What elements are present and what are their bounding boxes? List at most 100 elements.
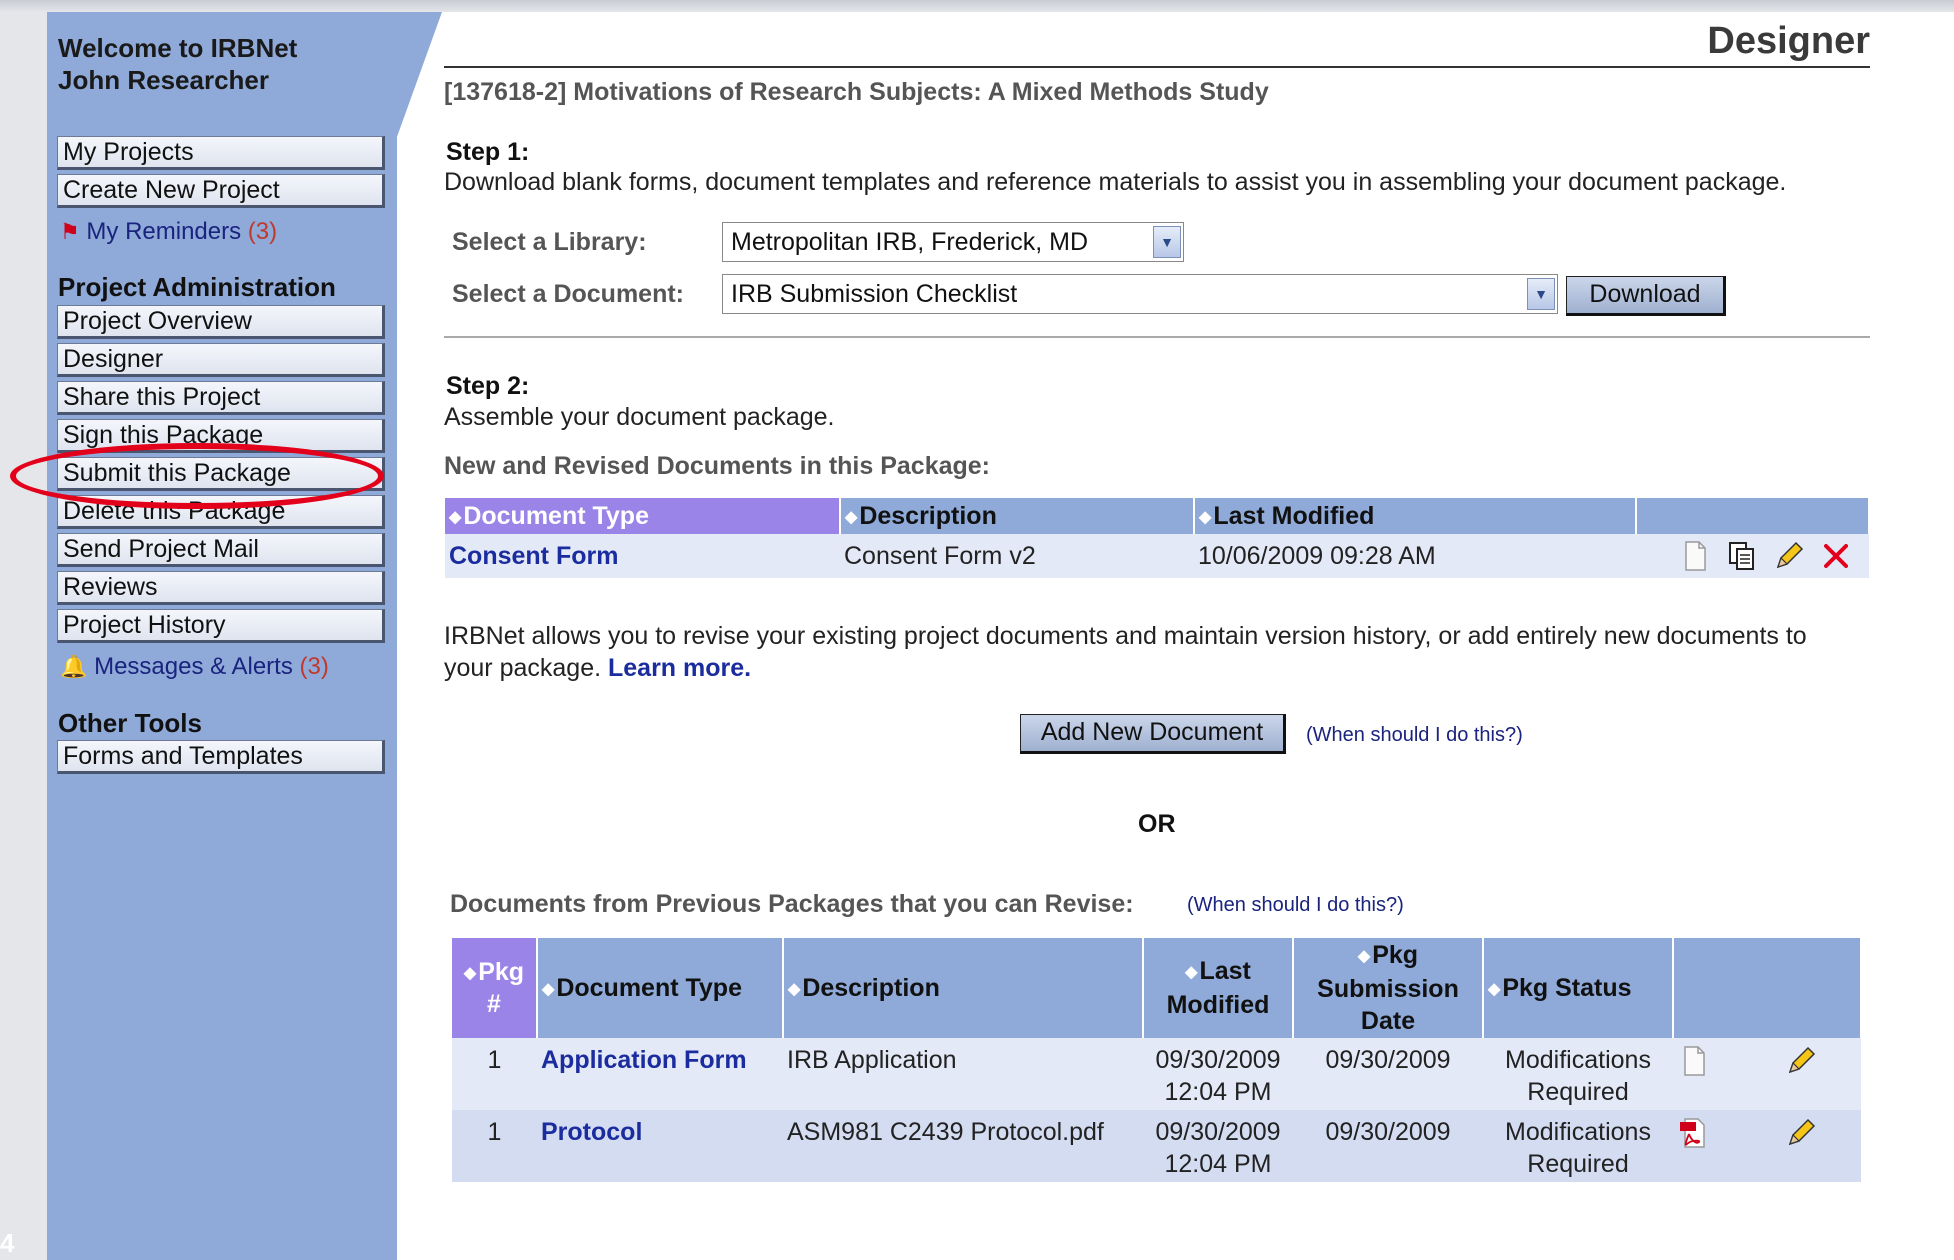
document-type-link[interactable]: Consent Form xyxy=(449,542,618,570)
learn-more-link[interactable]: Learn more. xyxy=(608,654,751,682)
library-label: Select a Library: xyxy=(452,228,647,256)
col-pkg-status[interactable]: ◆Pkg Status xyxy=(1483,938,1674,1038)
table-header-row: ◆Document Type ◆Description ◆Last Modifi… xyxy=(445,498,1870,534)
sort-icon: ◆ xyxy=(1357,947,1371,965)
previous-docs-table: ◆Pkg # ◆Document Type ◆Description ◆Last… xyxy=(452,938,1862,1182)
sort-icon: ◆ xyxy=(449,508,462,526)
sort-icon: ◆ xyxy=(1488,980,1501,998)
col-last-modified[interactable]: ◆Last Modified xyxy=(1143,938,1294,1038)
col-description[interactable]: ◆Description xyxy=(840,498,1195,534)
library-select[interactable]: Metropolitan IRB, Frederick, MD ▼ xyxy=(722,222,1184,262)
chevron-down-icon[interactable]: ▼ xyxy=(1527,278,1555,310)
new-docs-label: New and Revised Documents in this Packag… xyxy=(444,452,990,480)
welcome-text: Welcome to IRBNet xyxy=(58,33,298,63)
nav-reviews[interactable]: Reviews xyxy=(57,571,385,605)
nav-send-project-mail[interactable]: Send Project Mail xyxy=(57,533,385,567)
col-description[interactable]: ◆Description xyxy=(783,938,1144,1038)
step2-heading: Step 2: xyxy=(446,372,530,400)
user-name: John Researcher xyxy=(58,65,269,95)
previous-docs-label: Documents from Previous Packages that yo… xyxy=(450,890,1134,918)
previous-when-link[interactable]: (When should I do this?) xyxy=(1187,894,1404,917)
sort-icon: ◆ xyxy=(1199,508,1212,526)
table-row: Consent Form Consent Form v2 10/06/2009 … xyxy=(445,534,1869,578)
status-cell: Modifications Required xyxy=(1483,1038,1673,1110)
step-divider xyxy=(444,336,1870,338)
page-title: Designer xyxy=(1707,20,1870,62)
project-title: [137618-2] Motivations of Research Subje… xyxy=(444,78,1269,106)
document-type-link[interactable]: Protocol xyxy=(541,1118,642,1146)
project-admin-header: Project Administration xyxy=(58,272,336,302)
nav-create-new-project[interactable]: Create New Project xyxy=(57,174,385,208)
slide-number: 4 xyxy=(0,1228,15,1258)
table-row: 1 Protocol ASM981 C2439 Protocol.pdf 09/… xyxy=(452,1110,1861,1182)
table-row: 1 Application Form IRB Application 09/30… xyxy=(452,1038,1861,1110)
document-icon[interactable] xyxy=(1678,539,1712,573)
col-actions xyxy=(1636,498,1870,534)
new-docs-table: ◆Document Type ◆Description ◆Last Modifi… xyxy=(445,498,1870,578)
bell-icon: 🔔 xyxy=(60,654,88,679)
modified-cell: 09/30/2009 12:04 PM xyxy=(1143,1038,1293,1110)
nav-designer[interactable]: Designer xyxy=(57,343,385,377)
messages-count: (3) xyxy=(299,653,329,680)
col-document-type[interactable]: ◆Document Type xyxy=(537,938,784,1038)
nav-messages-alerts[interactable]: 🔔 Messages & Alerts (3) xyxy=(60,653,329,681)
status-cell: Modifications Required xyxy=(1483,1110,1673,1182)
col-document-type[interactable]: ◆Document Type xyxy=(445,498,841,534)
nav-my-reminders[interactable]: ⚑ My Reminders (3) xyxy=(60,218,277,246)
document-icon[interactable] xyxy=(1677,1044,1711,1078)
table-header-row: ◆Pkg # ◆Document Type ◆Description ◆Last… xyxy=(452,938,1862,1038)
reminders-label: My Reminders xyxy=(86,218,242,245)
add-new-document-button[interactable]: Add New Document xyxy=(1020,714,1286,754)
download-button[interactable]: Download xyxy=(1566,276,1726,316)
col-actions xyxy=(1673,938,1862,1038)
nav-project-overview[interactable]: Project Overview xyxy=(57,305,385,339)
description-cell: IRB Application xyxy=(783,1038,1143,1110)
document-value: IRB Submission Checklist xyxy=(731,280,1018,308)
col-submission-date[interactable]: ◆Pkg Submission Date xyxy=(1293,938,1484,1038)
step2-text: Assemble your document package. xyxy=(444,403,835,431)
edit-pencil-icon[interactable] xyxy=(1784,1116,1818,1150)
welcome-block: Welcome to IRBNet John Researcher xyxy=(58,32,297,96)
modified-cell: 10/06/2009 09:28 AM xyxy=(1194,534,1636,578)
messages-label: Messages & Alerts xyxy=(94,653,293,680)
flag-icon: ⚑ xyxy=(60,219,80,244)
submission-cell: 09/30/2009 xyxy=(1293,1110,1483,1182)
pdf-icon[interactable] xyxy=(1677,1116,1711,1150)
submission-cell: 09/30/2009 xyxy=(1293,1038,1483,1110)
highlight-oval xyxy=(10,443,384,509)
actions-cell xyxy=(1673,1038,1861,1110)
document-select[interactable]: IRB Submission Checklist ▼ xyxy=(722,274,1558,314)
reminders-count: (3) xyxy=(247,218,278,245)
actions-cell xyxy=(1636,534,1869,578)
nav-project-history[interactable]: Project History xyxy=(57,609,385,643)
library-value: Metropolitan IRB, Frederick, MD xyxy=(731,228,1089,256)
document-label: Select a Document: xyxy=(452,280,685,308)
chevron-down-icon[interactable]: ▼ xyxy=(1153,226,1181,258)
delete-icon[interactable] xyxy=(1819,539,1853,573)
sort-icon: ◆ xyxy=(463,964,477,982)
col-last-modified[interactable]: ◆Last Modified xyxy=(1194,498,1637,534)
edit-pencil-icon[interactable] xyxy=(1772,539,1806,573)
modified-cell: 09/30/2009 12:04 PM xyxy=(1143,1110,1293,1182)
when-should-i-link[interactable]: (When should I do this?) xyxy=(1306,724,1523,747)
top-shadow xyxy=(0,0,1954,12)
copy-icon[interactable] xyxy=(1725,539,1759,573)
nav-share-project[interactable]: Share this Project xyxy=(57,381,385,415)
title-divider xyxy=(444,66,1870,68)
nav-forms-templates[interactable]: Forms and Templates xyxy=(57,740,385,774)
pkg-cell: 1 xyxy=(452,1038,537,1110)
col-pkg-number[interactable]: ◆Pkg # xyxy=(452,938,538,1038)
description-cell: Consent Form v2 xyxy=(840,534,1194,578)
description-cell: ASM981 C2439 Protocol.pdf xyxy=(783,1110,1143,1182)
or-separator: OR xyxy=(1138,810,1176,838)
pkg-cell: 1 xyxy=(452,1110,537,1182)
step1-heading: Step 1: xyxy=(446,138,530,166)
actions-cell xyxy=(1673,1110,1861,1182)
nav-my-projects[interactable]: My Projects xyxy=(57,136,385,170)
info-text-line2-text: your package. xyxy=(444,654,602,682)
other-tools-header: Other Tools xyxy=(58,708,202,738)
document-type-link[interactable]: Application Form xyxy=(541,1046,747,1074)
info-text-line1: IRBNet allows you to revise your existin… xyxy=(444,622,1807,650)
step1-text: Download blank forms, document templates… xyxy=(444,168,1787,196)
edit-pencil-icon[interactable] xyxy=(1784,1044,1818,1078)
